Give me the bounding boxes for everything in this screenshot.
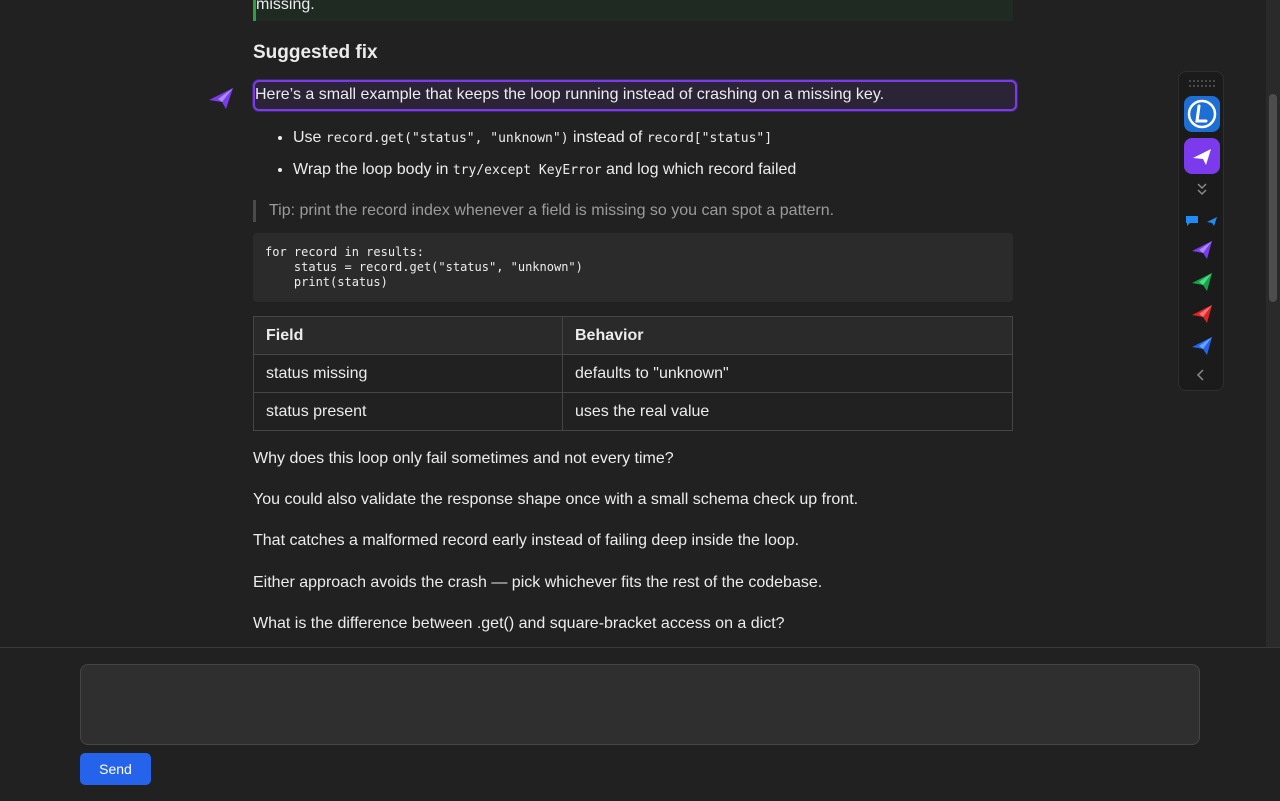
previous-callout: missing. — [253, 0, 1013, 21]
highlighted-paragraph[interactable]: Here’s a small example that keeps the lo… — [253, 80, 1017, 111]
assistant-purple-icon[interactable] — [1190, 238, 1214, 260]
assistant-marker-icon[interactable] — [207, 84, 235, 112]
list-item-text: Wrap the loop body in — [293, 161, 453, 178]
table-cell: status missing — [253, 354, 563, 393]
code-block[interactable]: for record in results: status = record.g… — [253, 233, 1013, 302]
send-button[interactable]: Send — [80, 753, 151, 785]
collapse-icon[interactable] — [1195, 182, 1209, 196]
list-item: Use record.get("status", "unknown") inst… — [293, 124, 796, 156]
list-item: Wrap the loop body in try/except KeyErro… — [293, 156, 796, 188]
scrollbar-thumb[interactable] — [1269, 94, 1277, 302]
assistant-red-icon[interactable] — [1190, 302, 1214, 324]
table-cell: status present — [253, 392, 563, 431]
behavior-table: Field Behavior status missing defaults t… — [253, 316, 1013, 431]
table-header-cell: Field — [253, 316, 563, 355]
message-input[interactable] — [80, 664, 1200, 745]
paragraph: Either approach avoids the crash — pick … — [253, 574, 823, 591]
tip-blockquote: Tip: print the record index whenever a f… — [253, 200, 834, 222]
chat-bubble-icon[interactable] — [1185, 215, 1199, 227]
section-heading: Suggested fix — [253, 42, 378, 63]
floating-toolbar — [1178, 71, 1224, 391]
question-paragraph[interactable]: Why does this loop only fail sometimes a… — [253, 450, 674, 468]
table-header-row: Field Behavior — [253, 316, 1013, 355]
tip-text: Tip: print the record index whenever a f… — [269, 202, 835, 219]
table-header-cell: Behavior — [562, 316, 1013, 355]
list-item-text: instead of — [568, 129, 647, 146]
question-paragraph[interactable]: What is the difference between .get() an… — [253, 615, 785, 633]
inline-code: record.get("status", "unknown") — [325, 131, 569, 146]
chevron-left-icon[interactable] — [1195, 368, 1207, 382]
drag-handle-icon[interactable] — [1188, 79, 1216, 89]
table-cell: uses the real value — [562, 392, 1013, 431]
composer-area: Send — [0, 647, 1280, 801]
table-row: status missing defaults to "unknown" — [253, 354, 1013, 393]
list-item-text: Use — [293, 129, 326, 146]
inline-code: record["status"] — [646, 131, 773, 146]
assistant-small-icon[interactable] — [1206, 215, 1218, 227]
assistant-button[interactable] — [1184, 138, 1220, 174]
extension-logo-icon — [1187, 99, 1217, 129]
table-row: status present uses the real value — [253, 392, 1013, 431]
extension-logo-button[interactable] — [1184, 96, 1220, 132]
list-item-text: and log which record failed — [601, 161, 797, 178]
paragraph: You could also validate the response sha… — [253, 491, 859, 508]
chat-scroll-area[interactable]: missing. Suggested fix Here’s a small ex… — [0, 0, 1266, 647]
fix-list: Use record.get("status", "unknown") inst… — [253, 124, 796, 188]
intro-text: Here’s a small example that keeps the lo… — [255, 86, 885, 103]
assistant-blue-icon[interactable] — [1190, 334, 1214, 356]
assistant-icon — [1193, 149, 1211, 165]
table-cell: defaults to "unknown" — [562, 354, 1013, 393]
assistant-green-icon[interactable] — [1190, 270, 1214, 292]
scrollbar[interactable] — [1266, 0, 1280, 647]
paragraph: That catches a malformed record early in… — [253, 532, 800, 549]
previous-callout-text: missing. — [256, 0, 315, 13]
inline-code: try/except KeyError — [452, 163, 602, 178]
